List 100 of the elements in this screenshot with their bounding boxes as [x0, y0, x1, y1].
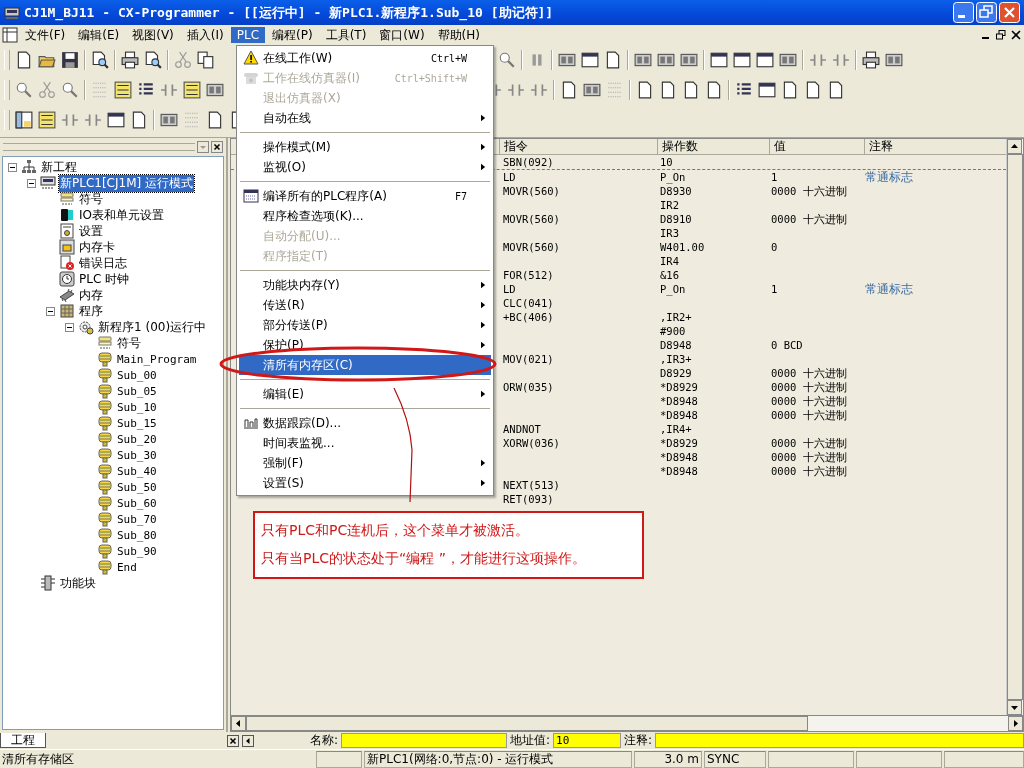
- grip-handle[interactable]: [3, 143, 195, 151]
- document-icon[interactable]: [206, 111, 224, 129]
- document-window-icon[interactable]: [2, 27, 18, 43]
- menu-item[interactable]: 操作模式(M): [239, 137, 491, 157]
- menu-item[interactable]: 在线工作(W) Ctrl+W: [239, 48, 491, 68]
- dotted-grid-icon[interactable]: [91, 81, 109, 99]
- minimize-button[interactable]: [953, 2, 974, 23]
- column-header[interactable]: 指令: [499, 139, 657, 154]
- tree-item[interactable]: Sub_00: [116, 368, 158, 382]
- tree-item[interactable]: Sub_05: [116, 384, 158, 398]
- scroll-left-button[interactable]: [231, 716, 246, 731]
- name-field[interactable]: [341, 733, 508, 748]
- tree-item[interactable]: 符号: [78, 190, 104, 208]
- document-icon[interactable]: [560, 81, 578, 99]
- comment-field[interactable]: [655, 733, 1024, 748]
- menu-item[interactable]: 帮助(H): [431, 25, 486, 45]
- module-icon[interactable]: [160, 111, 178, 129]
- column-header[interactable]: 操作数: [657, 139, 769, 154]
- address-field[interactable]: 10: [553, 733, 622, 748]
- module-icon[interactable]: [680, 51, 698, 69]
- window-icon[interactable]: [733, 51, 751, 69]
- menu-item[interactable]: 数据跟踪(D)...: [239, 413, 491, 433]
- scroll-right-button[interactable]: [1008, 716, 1023, 731]
- document-icon[interactable]: [804, 81, 822, 99]
- ladder-icon[interactable]: [38, 111, 56, 129]
- module-icon[interactable]: [558, 51, 576, 69]
- tree-item[interactable]: Sub_50: [116, 480, 158, 494]
- printer-icon[interactable]: [121, 51, 139, 69]
- menu-item[interactable]: 插入(I): [180, 25, 230, 45]
- module-icon[interactable]: [885, 51, 903, 69]
- magnifier-icon[interactable]: [15, 81, 33, 99]
- tree-item[interactable]: Sub_20: [116, 432, 158, 446]
- window-icon[interactable]: [710, 51, 728, 69]
- tree-item[interactable]: Sub_90: [116, 544, 158, 558]
- contact-icon[interactable]: [84, 111, 102, 129]
- close-button[interactable]: [211, 141, 223, 153]
- contact-icon[interactable]: [507, 81, 525, 99]
- document-icon[interactable]: [130, 111, 148, 129]
- menu-item[interactable]: 视图(V): [126, 25, 180, 45]
- menu-item[interactable]: 传送(R): [239, 295, 491, 315]
- document-icon[interactable]: [15, 51, 33, 69]
- menu-item[interactable]: 编程(P): [266, 25, 319, 45]
- document-icon[interactable]: [636, 81, 654, 99]
- magnifier-icon[interactable]: [498, 51, 516, 69]
- project-tab[interactable]: 工程: [0, 733, 46, 748]
- contact-icon[interactable]: [61, 111, 79, 129]
- tree-item[interactable]: End: [116, 560, 138, 574]
- collapse-icon[interactable]: [65, 322, 74, 332]
- document-icon[interactable]: [604, 51, 622, 69]
- ladder-icon[interactable]: [183, 81, 201, 99]
- dotted-grid-icon[interactable]: [606, 81, 624, 99]
- menu-item[interactable]: 清所有内存区(C): [239, 355, 491, 375]
- save-icon[interactable]: [61, 51, 79, 69]
- contact-icon[interactable]: [809, 51, 827, 69]
- menu-item[interactable]: 编辑(E): [72, 25, 126, 45]
- tree-item[interactable]: Sub_80: [116, 528, 158, 542]
- window-icon[interactable]: [107, 111, 125, 129]
- contact-icon[interactable]: [832, 51, 850, 69]
- tree-item[interactable]: 新程序1 (00)运行中: [97, 318, 208, 336]
- document-icon[interactable]: [682, 81, 700, 99]
- scroll-down-button[interactable]: [1007, 700, 1022, 715]
- tree-item[interactable]: 设置: [78, 222, 104, 240]
- tree-item[interactable]: PLC 时钟: [78, 270, 131, 288]
- column-header[interactable]: 值: [769, 139, 864, 154]
- module-icon[interactable]: [583, 81, 601, 99]
- collapse-icon[interactable]: [46, 306, 55, 316]
- tree-item[interactable]: 新PLC1[CJ1M] 运行模式: [59, 174, 195, 192]
- module-icon[interactable]: [206, 81, 224, 99]
- ladder-icon[interactable]: [114, 81, 132, 99]
- magnifier-icon[interactable]: [61, 81, 79, 99]
- menu-item[interactable]: 部分传送(P): [239, 315, 491, 335]
- copy-icon[interactable]: [197, 51, 215, 69]
- tree-item[interactable]: 程序: [78, 302, 104, 320]
- tree-item[interactable]: 功能块: [59, 574, 97, 592]
- module-icon[interactable]: [657, 51, 675, 69]
- menu-item[interactable]: 文件(F): [19, 25, 72, 45]
- contact-icon[interactable]: [530, 81, 548, 99]
- tree-item[interactable]: Sub_30: [116, 448, 158, 462]
- menu-item[interactable]: PLC: [230, 27, 265, 43]
- window-icon[interactable]: [756, 51, 774, 69]
- dotted-grid-icon[interactable]: [183, 111, 201, 129]
- tree-item[interactable]: 新工程: [40, 158, 78, 176]
- tree-item[interactable]: 错误日志: [78, 254, 128, 272]
- menu-item[interactable]: 自动在线: [239, 108, 491, 128]
- menu-item[interactable]: 强制(F): [239, 453, 491, 473]
- tree-item[interactable]: 内存: [78, 286, 104, 304]
- tree-item[interactable]: Sub_15: [116, 416, 158, 430]
- scroll-up-button[interactable]: [1007, 139, 1022, 154]
- module-icon[interactable]: [634, 51, 652, 69]
- document-icon[interactable]: [659, 81, 677, 99]
- document-icon[interactable]: [705, 81, 723, 99]
- menu-item[interactable]: 功能块内存(Y): [239, 275, 491, 295]
- tree-view-icon[interactable]: [15, 111, 33, 129]
- close-button[interactable]: [227, 734, 239, 747]
- tree-item[interactable]: Sub_40: [116, 464, 158, 478]
- tree-item[interactable]: IO表和单元设置: [78, 206, 165, 224]
- menu-item[interactable]: 编辑(E): [239, 384, 491, 404]
- document-icon[interactable]: [827, 81, 845, 99]
- close-icon[interactable]: [1010, 29, 1022, 41]
- menu-item[interactable]: 监视(O): [239, 157, 491, 177]
